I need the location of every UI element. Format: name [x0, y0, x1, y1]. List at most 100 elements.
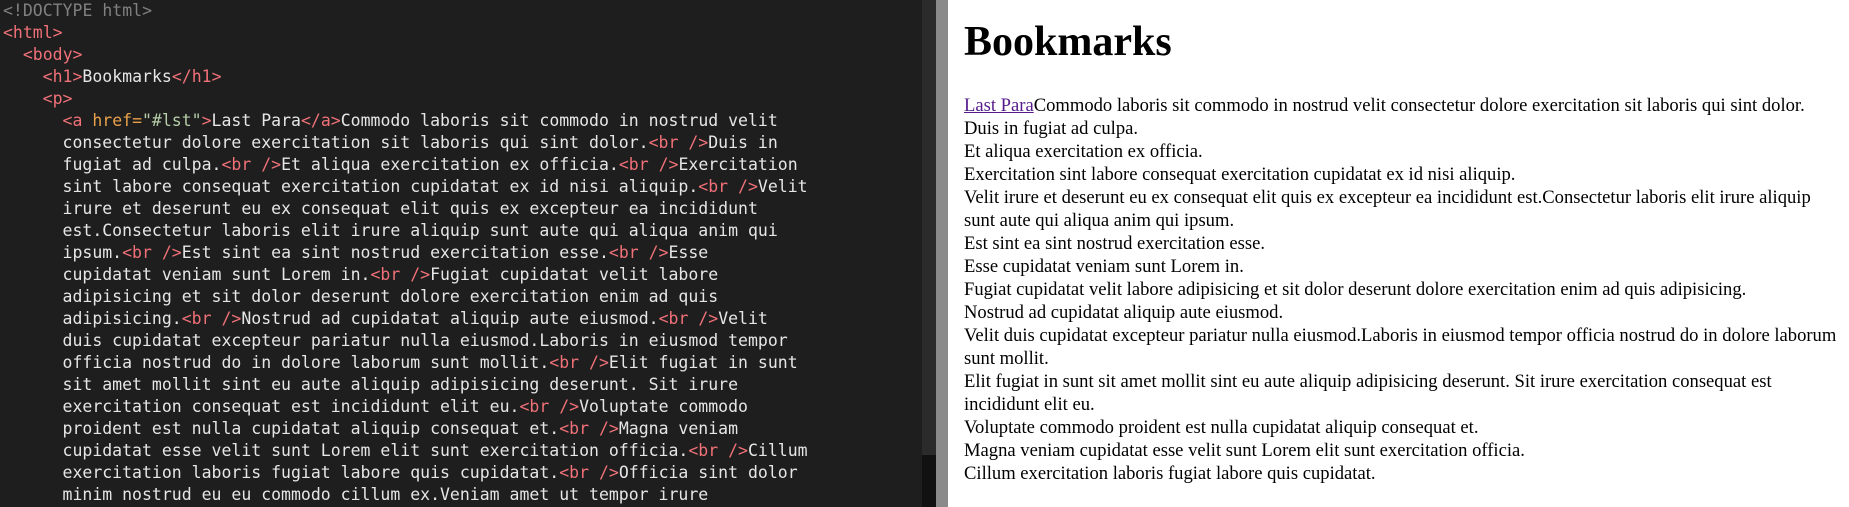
code-token-text: est.Consectetur laboris elit irure aliqu… [62, 221, 778, 240]
code-token-text: fugiat ad culpa. [62, 155, 222, 174]
code-line: sint labore consequat exercitation cupid… [0, 176, 922, 198]
paragraph-line: Velit duis cupidatat excepteur pariatur … [964, 325, 1837, 369]
code-token-text: Et aliqua exercitation ex officia. [281, 155, 619, 174]
paragraph-line: Nostrud ad cupidatat aliquip aute eiusmo… [964, 302, 1284, 323]
code-token-tag: <br /> [181, 309, 242, 328]
paragraph-line: Fugiat cupidatat velit labore adipisicin… [964, 279, 1747, 300]
paragraph-line: Cillum exercitation laboris fugiat labor… [964, 463, 1376, 484]
code-token-text: Magna veniam [618, 419, 739, 438]
code-token-tag: <br /> [698, 177, 758, 196]
code-token-text: Velit [757, 177, 808, 196]
code-line: cupidatat esse velit sunt Lorem elit sun… [0, 440, 922, 462]
code-token-text: cupidatat esse velit sunt Lorem elit sun… [62, 441, 689, 460]
code-line: officia nostrud do in dolore laborum sun… [0, 352, 922, 374]
code-token-tag: </h1> [171, 67, 222, 86]
code-token-text: Last Para [211, 111, 301, 130]
code-token-tag: <br /> [559, 463, 619, 482]
paragraph-line: Magna veniam cupidatat esse velit sunt L… [964, 440, 1525, 461]
code-line: adipisicing.<br />Nostrud ad cupidatat a… [0, 308, 922, 330]
code-line: cupidatat veniam sunt Lorem in.<br />Fug… [0, 264, 922, 286]
code-token-text: adipisicing. [62, 309, 182, 328]
code-line: irure et deserunt eu ex consequat elit q… [0, 198, 922, 220]
code-lines: <!DOCTYPE html> <html> <body> <h1>Bookmarks… [0, 0, 922, 506]
code-token-tag: <br /> [658, 309, 719, 328]
code-line: consectetur dolore exercitation sit labo… [0, 132, 922, 154]
code-token-tag: </a> [300, 111, 341, 130]
code-line: exercitation consequat est incididunt el… [0, 396, 922, 418]
paragraph-line: Est sint ea sint nostrud exercitation es… [964, 233, 1266, 254]
paragraph-line: Esse cupidatat veniam sunt Lorem in. [964, 256, 1244, 277]
code-token-text: sit amet mollit sint eu aute aliquip adi… [62, 375, 739, 394]
bookmark-paragraph: Last ParaCommodo laboris sit commodo in … [964, 94, 1839, 485]
code-token-tag: <p> [42, 89, 73, 108]
code-token-tag: <br /> [221, 155, 282, 174]
code-token-str: "#lst" [142, 111, 202, 130]
code-token-text: Velit [718, 309, 768, 328]
code-token-text: Bookmarks [82, 67, 172, 86]
paragraph-line: Voluptate commodo proident est nulla cup… [964, 417, 1479, 438]
code-token-text: Fugiat cupidatat velit labore [430, 265, 719, 284]
code-line: est.Consectetur laboris elit irure aliqu… [0, 220, 922, 242]
code-line: minim nostrud eu eu commodo cillum ex.Ve… [0, 484, 922, 506]
code-token-text: duis cupidatat excepteur pariatur nulla … [62, 331, 788, 350]
code-token-tag: <br /> [122, 243, 182, 262]
code-token-text: adipisicing et sit dolor deserunt dolore… [62, 287, 719, 306]
paragraph-line: Elit fugiat in sunt sit amet mollit sint… [964, 371, 1772, 415]
code-token-text: Commodo laboris sit commodo in nostrud v… [340, 111, 778, 130]
code-line: exercitation laboris fugiat labore quis … [0, 462, 922, 484]
paragraph-line: Velit irure et deserunt eu ex consequat … [964, 187, 1811, 231]
code-line: <html> [0, 22, 922, 44]
code-token-text: Est sint ea sint nostrud exercitation es… [181, 243, 609, 262]
code-token-tag: <br /> [559, 419, 619, 438]
code-token-text: Duis in [708, 133, 778, 152]
code-token-tag: <body> [22, 45, 83, 64]
code-token-tag: <br /> [688, 441, 748, 460]
code-token-tag: <html> [3, 23, 63, 42]
code-token-text: Exercitation [678, 155, 798, 174]
code-token-tag: <br /> [648, 133, 709, 152]
paragraph-line: Et aliqua exercitation ex officia. [964, 141, 1203, 162]
paragraph-line: Exercitation sint labore consequat exerc… [964, 164, 1516, 185]
code-token-tag: <br /> [549, 353, 609, 372]
code-token-text: minim nostrud eu eu commodo cillum ex.Ve… [62, 485, 709, 504]
code-editor[interactable]: <!DOCTYPE html> <html> <body> <h1>Bookmarks… [0, 0, 922, 507]
code-token-tag: > [201, 111, 212, 130]
code-token-tag: <h1> [42, 67, 83, 86]
code-token-tag: <br /> [519, 397, 580, 416]
code-token-text: sint labore consequat exercitation cupid… [62, 177, 699, 196]
code-token-tag: <br /> [370, 265, 431, 284]
code-token-text: Voluptate commodo [579, 397, 748, 416]
last-para-link[interactable]: Last Para [964, 95, 1034, 116]
editor-scrollbar[interactable] [922, 0, 936, 507]
paragraph-line: Duis in fugiat ad culpa. [964, 118, 1139, 139]
code-token-tag: <a [62, 111, 93, 130]
code-token-text: irure et deserunt eu ex consequat elit q… [62, 199, 758, 218]
code-token-text: consectetur dolore exercitation sit labo… [62, 133, 649, 152]
code-token-text: Esse [668, 243, 709, 262]
pane-splitter[interactable] [936, 0, 948, 507]
code-token-text: Nostrud ad cupidatat aliquip aute eiusmo… [241, 309, 659, 328]
code-token-text: Officia sint dolor [618, 463, 798, 482]
code-token-text: exercitation laboris fugiat labore quis … [62, 463, 560, 482]
code-token-attr: href= [92, 111, 142, 130]
code-line: <p> [0, 88, 922, 110]
code-token-text: cupidatat veniam sunt Lorem in. [62, 265, 371, 284]
code-line: proident est nulla cupidatat aliquip con… [0, 418, 922, 440]
code-line: fugiat ad culpa.<br />Et aliqua exercita… [0, 154, 922, 176]
code-line: ipsum.<br />Est sint ea sint nostrud exe… [0, 242, 922, 264]
code-token-text: exercitation consequat est incididunt el… [62, 397, 520, 416]
code-token-text: Cillum [747, 441, 808, 460]
code-line: adipisicing et sit dolor deserunt dolore… [0, 286, 922, 308]
code-token-text: proident est nulla cupidatat aliquip con… [62, 419, 560, 438]
code-token-text: Elit fugiat in sunt [608, 353, 798, 372]
editor-scrollbar-thumb[interactable] [922, 455, 936, 507]
code-line: sit amet mollit sint eu aute aliquip adi… [0, 374, 922, 396]
code-token-text: ipsum. [62, 243, 123, 262]
page-heading: Bookmarks [964, 19, 1172, 65]
code-line: <!DOCTYPE html> [0, 0, 922, 22]
code-line: <body> [0, 44, 922, 66]
code-token-tag: <br /> [608, 243, 669, 262]
paragraph-line: Commodo laboris sit commodo in nostrud v… [1033, 95, 1805, 116]
code-token-doctype: <!DOCTYPE html> [3, 1, 153, 20]
code-line: <h1>Bookmarks</h1> [0, 66, 922, 88]
